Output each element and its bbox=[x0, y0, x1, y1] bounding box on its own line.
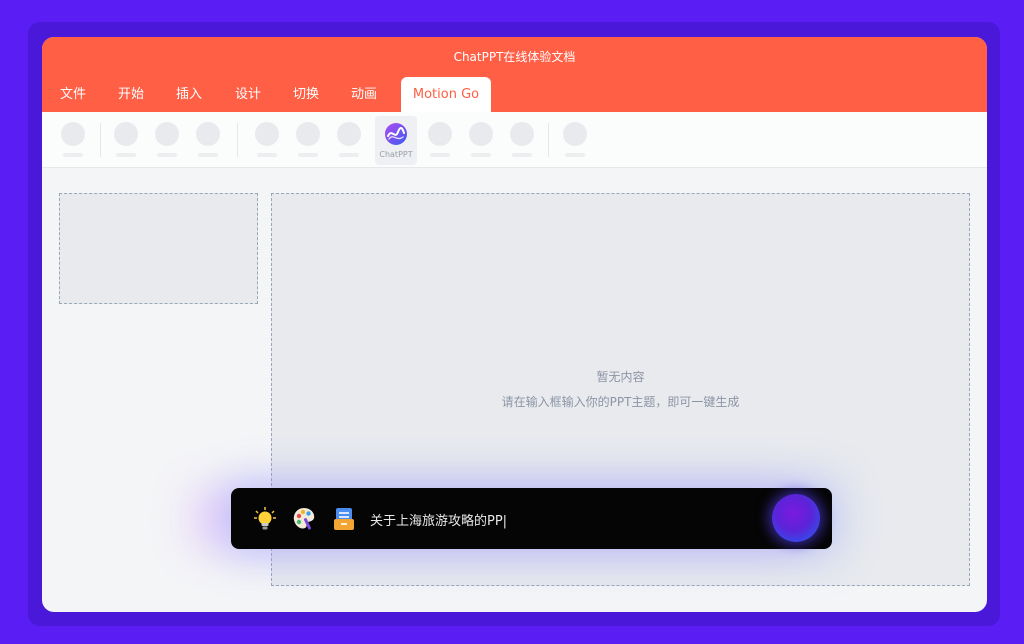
placeholder-icon bbox=[61, 122, 85, 146]
toolbar-button-9[interactable] bbox=[468, 122, 494, 158]
palette-icon[interactable] bbox=[292, 506, 316, 532]
chatppt-button[interactable]: ChatPPT bbox=[375, 116, 417, 165]
chatppt-label: ChatPPT bbox=[379, 150, 413, 159]
placeholder-icon bbox=[196, 122, 220, 146]
placeholder-label bbox=[157, 153, 177, 157]
tab-motion-go[interactable]: Motion Go bbox=[401, 77, 491, 112]
toolbar-button-7[interactable] bbox=[336, 122, 362, 158]
placeholder-icon bbox=[337, 122, 361, 146]
placeholder-icon bbox=[155, 122, 179, 146]
placeholder-label bbox=[298, 153, 318, 157]
toolbar-divider bbox=[237, 123, 238, 157]
ribbon-tabs: 文件 开始 插入 设计 切换 动画 Motion Go bbox=[42, 77, 987, 112]
tab-design[interactable]: 设计 bbox=[225, 77, 271, 112]
toolbar-button-2[interactable] bbox=[113, 122, 139, 158]
toolbar-divider bbox=[548, 123, 549, 157]
tab-start[interactable]: 开始 bbox=[108, 77, 154, 112]
toolbar-button-8[interactable] bbox=[427, 122, 453, 158]
title-bar: ChatPPT在线体验文档 文件 开始 插入 设计 切换 动画 Motion G… bbox=[42, 37, 987, 112]
placeholder-label bbox=[565, 153, 585, 157]
placeholder-icon bbox=[563, 122, 587, 146]
document-edit-icon[interactable] bbox=[332, 506, 356, 532]
window-title: ChatPPT在线体验文档 bbox=[453, 50, 576, 64]
placeholder-label bbox=[512, 153, 532, 157]
placeholder-label bbox=[257, 153, 277, 157]
tab-animation[interactable]: 动画 bbox=[341, 77, 387, 112]
placeholder-label bbox=[198, 153, 218, 157]
empty-state-hint: 请在输入框输入你的PPT主题，即可一键生成 bbox=[501, 395, 740, 409]
placeholder-label bbox=[339, 153, 359, 157]
toolbar-button-6[interactable] bbox=[295, 122, 321, 158]
toolbar-button-1[interactable] bbox=[60, 122, 86, 158]
placeholder-label bbox=[471, 153, 491, 157]
chatppt-logo-icon bbox=[385, 123, 407, 145]
tab-insert[interactable]: 插入 bbox=[166, 77, 212, 112]
placeholder-label bbox=[63, 153, 83, 157]
empty-state-title: 暂无内容 bbox=[596, 370, 645, 384]
placeholder-icon bbox=[510, 122, 534, 146]
placeholder-icon bbox=[255, 122, 279, 146]
tab-file[interactable]: 文件 bbox=[50, 77, 96, 112]
placeholder-icon bbox=[428, 122, 452, 146]
toolbar-button-5[interactable] bbox=[254, 122, 280, 158]
placeholder-icon bbox=[469, 122, 493, 146]
tab-transition[interactable]: 切换 bbox=[283, 77, 329, 112]
ribbon-toolbar: ChatPPT bbox=[42, 112, 987, 168]
prompt-input-text[interactable]: 关于上海旅游攻略的PP| bbox=[370, 510, 507, 529]
placeholder-label bbox=[430, 153, 450, 157]
toolbar-button-11[interactable] bbox=[562, 122, 588, 158]
placeholder-icon bbox=[296, 122, 320, 146]
toolbar-button-3[interactable] bbox=[154, 122, 180, 158]
toolbar-divider bbox=[100, 123, 101, 157]
slide-thumbnail[interactable] bbox=[59, 193, 258, 304]
placeholder-label bbox=[116, 153, 136, 157]
send-orb-icon[interactable] bbox=[772, 494, 820, 542]
lightbulb-icon[interactable] bbox=[253, 506, 277, 532]
toolbar-button-4[interactable] bbox=[195, 122, 221, 158]
prompt-input-bar[interactable]: 关于上海旅游攻略的PP| bbox=[231, 488, 832, 549]
placeholder-icon bbox=[114, 122, 138, 146]
toolbar-button-10[interactable] bbox=[509, 122, 535, 158]
